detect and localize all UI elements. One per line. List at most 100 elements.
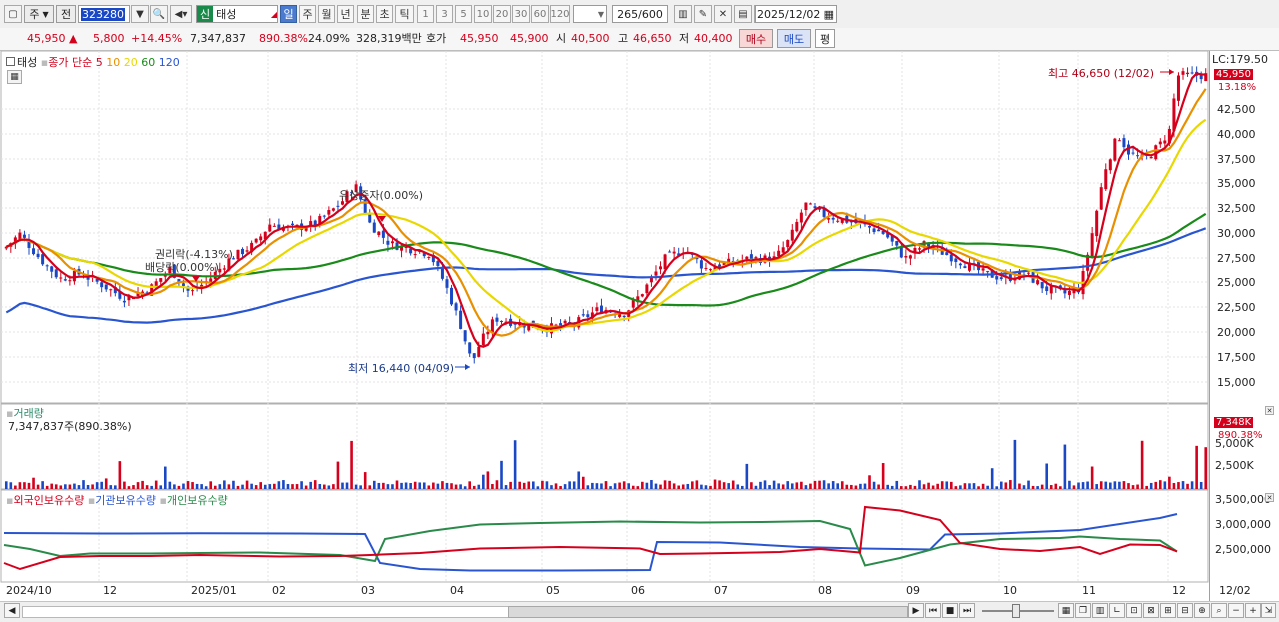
speaker-icon[interactable]: ◀▾ <box>170 5 192 23</box>
candle-body <box>954 258 958 262</box>
candle-body <box>241 248 245 255</box>
volume-bar <box>486 471 490 489</box>
stop-icon[interactable]: ■ <box>942 603 958 618</box>
interval-30[interactable]: 30 <box>512 5 530 23</box>
candle-body <box>640 294 644 297</box>
interval-3[interactable]: 3 <box>436 5 453 23</box>
pane-close-icon[interactable]: ✕ <box>1265 406 1274 415</box>
candle-body <box>1158 141 1162 145</box>
eval-button[interactable]: 평 <box>815 29 835 48</box>
code-value: 323280 <box>81 7 125 21</box>
tool2-icon[interactable]: ⊠ <box>1143 603 1159 618</box>
volume-bar <box>154 480 158 489</box>
volume-bar <box>350 440 353 489</box>
legend-box-icon[interactable] <box>6 57 15 66</box>
volume-bar <box>273 483 276 489</box>
interval-10[interactable]: 10 <box>474 5 492 23</box>
calendar-icon[interactable]: ▦ <box>824 8 834 21</box>
draw-tool-icon[interactable]: ✎ <box>694 5 712 23</box>
prev-button[interactable]: 전 <box>56 5 76 23</box>
date-input[interactable]: 2025/12/02 ▦ <box>755 5 837 23</box>
tool4-icon[interactable]: ⊟ <box>1177 603 1193 618</box>
candle-body <box>495 317 499 322</box>
pane-close-icon[interactable]: ✕ <box>1265 493 1274 502</box>
candle-body <box>377 231 381 236</box>
candle-body <box>259 236 263 241</box>
volume-bar <box>372 480 376 489</box>
volume-bar <box>1104 481 1108 489</box>
market-select[interactable]: 주 ▼ <box>24 5 54 23</box>
volume-bar <box>850 484 853 489</box>
period-month[interactable]: 월 <box>318 5 335 23</box>
candle-body <box>986 271 990 273</box>
volume-bar <box>345 482 349 489</box>
period-minute[interactable]: 분 <box>357 5 374 23</box>
interval-20[interactable]: 20 <box>493 5 511 23</box>
period-day[interactable]: 일 <box>280 5 297 23</box>
interval-5[interactable]: 5 <box>455 5 472 23</box>
layout-icon[interactable]: ▥ <box>1092 603 1108 618</box>
volume-bar <box>163 466 167 489</box>
tool5-icon[interactable]: ⊕ <box>1194 603 1210 618</box>
volume-bar <box>854 485 858 489</box>
zoom-slider-handle[interactable] <box>1012 604 1020 618</box>
interval-60[interactable]: 60 <box>531 5 549 23</box>
grid-icon[interactable]: ▦ <box>1058 603 1074 618</box>
tool3-icon[interactable]: ⊞ <box>1160 603 1176 618</box>
period-second[interactable]: 초 <box>376 5 393 23</box>
candle-body <box>1181 71 1185 75</box>
volume-bar <box>777 483 780 489</box>
legend-ma10: 10 <box>106 56 121 69</box>
table-icon[interactable]: ▦ <box>7 70 22 84</box>
legend-box-icon[interactable]: ▪ <box>160 494 167 507</box>
stock-name-box[interactable]: 신 태성 ◢ <box>196 5 278 23</box>
change-amount: 5,800 <box>93 32 125 45</box>
vol-tick-2500k: 2,500K <box>1215 459 1254 472</box>
magnify-icon[interactable]: ⌕ <box>1211 603 1227 618</box>
interval-120[interactable]: 120 <box>550 5 570 23</box>
x-tick: 06 <box>631 584 645 597</box>
capital-increase-note: 유상증자(0.00%) <box>339 189 424 202</box>
scroll-right-icon[interactable]: ▶ <box>908 603 924 618</box>
buy-button[interactable]: 매수 <box>739 29 773 48</box>
candle-body <box>958 263 962 266</box>
volume-bar <box>963 483 967 489</box>
zoom-out-icon[interactable]: − <box>1228 603 1244 618</box>
candle-body <box>500 320 504 322</box>
candle-body <box>868 225 872 228</box>
tool1-icon[interactable]: ⊡ <box>1126 603 1142 618</box>
stock-chart[interactable] <box>0 51 1279 601</box>
fit-icon[interactable]: ⇲ <box>1261 603 1276 618</box>
scroll-left-icon[interactable]: ◀ <box>4 603 20 618</box>
period-year[interactable]: 년 <box>337 5 354 23</box>
candle-body <box>386 240 390 245</box>
sell-button[interactable]: 매도 <box>777 29 811 48</box>
scroll-track[interactable] <box>22 606 509 618</box>
measure-icon[interactable]: ∟ <box>1109 603 1125 618</box>
forward-icon[interactable]: ⏭ <box>959 603 975 618</box>
crosshair-icon[interactable]: ✕ <box>714 5 732 23</box>
volume-bar <box>931 485 935 489</box>
scroll-thumb[interactable] <box>508 606 908 618</box>
chart-type-icon[interactable]: ▥ <box>674 5 692 23</box>
period-tick[interactable]: 틱 <box>395 5 414 23</box>
period-week[interactable]: 주 <box>299 5 316 23</box>
interval-1[interactable]: 1 <box>417 5 434 23</box>
lc-label: LC:179.50 <box>1212 53 1269 66</box>
zoom-in-icon[interactable]: + <box>1245 603 1261 618</box>
dropdown-icon[interactable]: ▼ <box>131 5 149 23</box>
search-icon[interactable]: 🔍 <box>150 5 168 23</box>
code-input[interactable]: 323280 <box>78 5 130 23</box>
volume-bar <box>1131 485 1135 489</box>
volume-bar <box>277 481 281 489</box>
volume-bar <box>1204 447 1208 489</box>
volume-bar <box>445 482 449 489</box>
window-icon[interactable]: ▢ <box>4 5 22 23</box>
count-box[interactable]: 265/600 <box>612 5 668 23</box>
rewind-icon[interactable]: ⏮ <box>925 603 941 618</box>
copy-icon[interactable]: ❐ <box>1075 603 1091 618</box>
custom-interval-input[interactable]: ▼ <box>573 5 607 23</box>
individual-line <box>3 519 1178 567</box>
save-icon[interactable]: ▤ <box>734 5 752 23</box>
candle-body <box>1136 155 1140 157</box>
